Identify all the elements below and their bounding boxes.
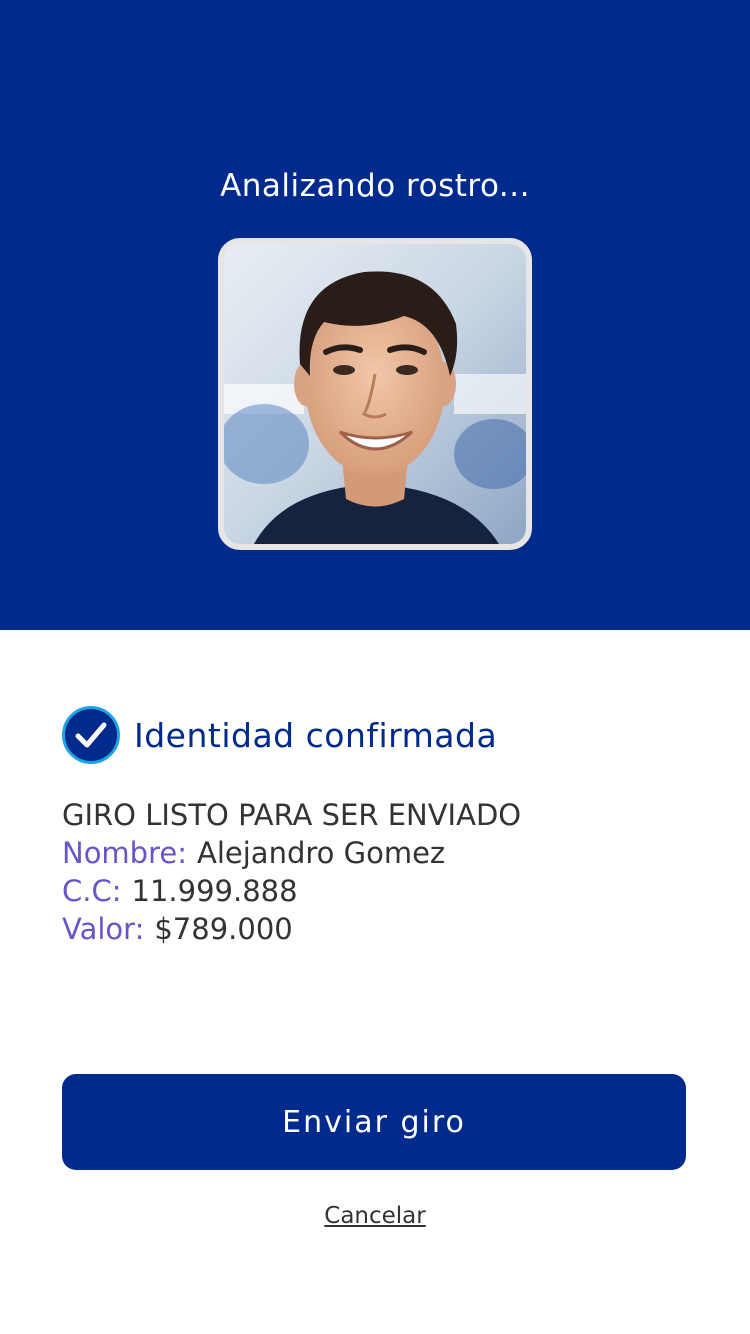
cancel-link[interactable]: Cancelar	[0, 1203, 750, 1229]
amount-value: $789.000	[154, 912, 293, 946]
face-photo	[218, 238, 532, 550]
check-circle-icon	[62, 706, 120, 764]
amount-row: Valor: $789.000	[62, 910, 692, 948]
analysis-header: Analizando rostro...	[0, 0, 750, 630]
send-transfer-button[interactable]: Enviar giro	[62, 1074, 686, 1170]
face-illustration	[224, 244, 526, 544]
id-value: 11.999.888	[131, 874, 298, 908]
id-label: C.C:	[62, 874, 122, 908]
id-row: C.C: 11.999.888	[62, 872, 692, 910]
transfer-details: GIRO LISTO PARA SER ENVIADO Nombre: Aleja…	[62, 796, 692, 948]
name-value: Alejandro Gomez	[197, 836, 446, 870]
amount-label: Valor:	[62, 912, 145, 946]
checkmark-icon	[75, 722, 107, 748]
identity-status-label: Identidad confirmada	[134, 715, 498, 755]
analysis-title: Analizando rostro...	[220, 168, 530, 204]
transfer-heading: GIRO LISTO PARA SER ENVIADO	[62, 798, 522, 832]
name-row: Nombre: Alejandro Gomez	[62, 834, 692, 872]
name-label: Nombre:	[62, 836, 187, 870]
identity-status: Identidad confirmada	[62, 705, 497, 765]
